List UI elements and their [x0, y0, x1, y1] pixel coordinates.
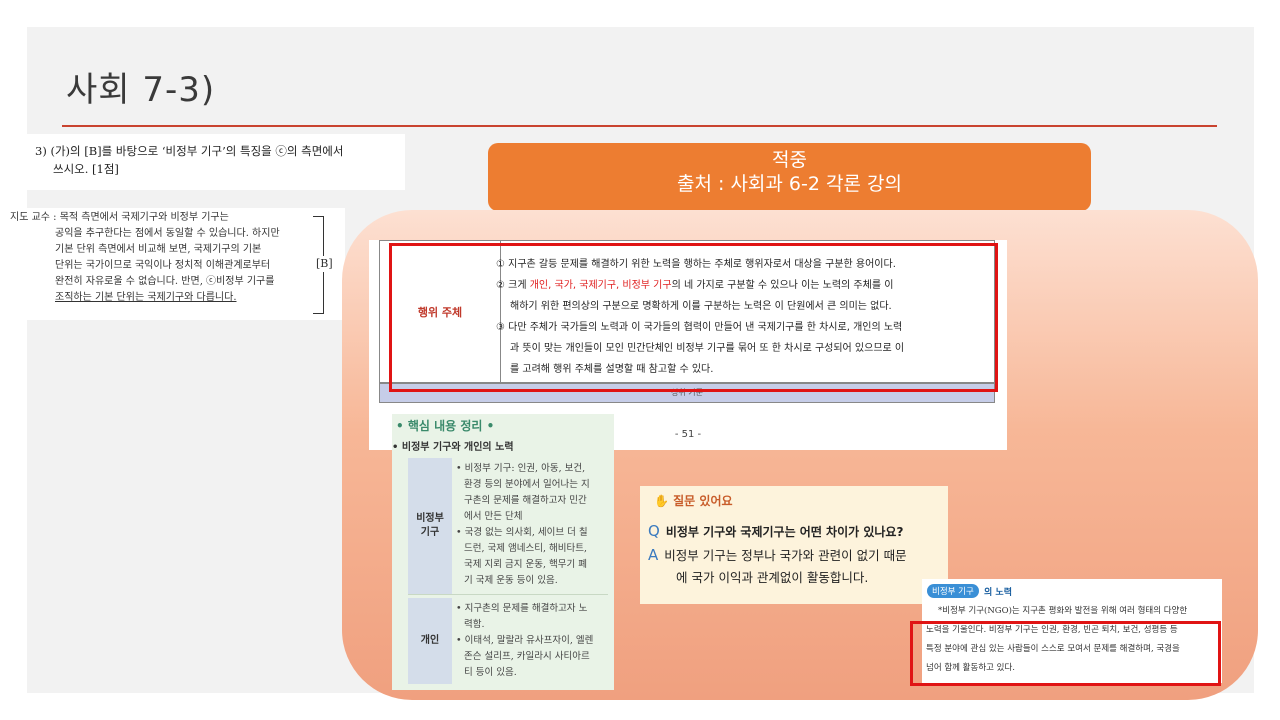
row-body-individual: • 지구촌의 문제를 해결하고자 노 력함. • 이태석, 말랄라 유사프자이,…	[456, 601, 606, 681]
qa-answer: A 비정부 기구는 정부나 국가와 관련이 없기 때문 에 국가 이익과 관계없이…	[648, 544, 907, 589]
ngo-tag: 비정부 기구	[927, 584, 979, 598]
highlight-box-ngo	[910, 621, 1221, 686]
row-label-individual: 개인	[408, 598, 452, 684]
qa-heading-text: 질문 있어요	[673, 494, 733, 508]
professor-line: 공익을 추구한다는 점에서 동일할 수 있습니다. 하지만	[55, 228, 280, 239]
professor-dialogue: 지도 교수 : 목적 측면에서 국제기구와 비정부 기구는 공익을 추구한다는 …	[0, 208, 345, 320]
question-line-2: 쓰시오. [1점]	[53, 162, 119, 176]
ngo-line: *비정부 기구(NGO)는 지구촌 평화와 발전을 위해 여러 형태의 다양한	[938, 606, 1188, 616]
row-line: 드런, 국제 앰네스티, 해비타트,	[464, 543, 587, 554]
highlight-box-document	[389, 243, 998, 392]
professor-line: 지도 교수 : 목적 측면에서 국제기구와 비정부 기구는	[10, 212, 229, 223]
bracket-b-label: [B]	[316, 256, 333, 272]
banner-title: 적중	[772, 149, 807, 171]
hand-raise-icon: ✋	[654, 494, 669, 508]
row-line: 구촌의 문제를 해결하고자 민간	[464, 495, 587, 506]
qa-card: ✋ 질문 있어요 Q 비정부 기구와 국제기구는 어떤 차이가 있나요? A 비정부…	[640, 486, 948, 604]
ngo-tag-suffix: 의 노력	[984, 588, 1012, 598]
source-banner: 적중 출처 : 사회과 6-2 각론 강의	[488, 143, 1091, 211]
summary-card: • 핵심 내용 정리 • • 비정부 기구와 개인의 노력 비정부 기구 • 비…	[392, 414, 614, 690]
qa-question: Q 비정부 기구와 국제기구는 어떤 차이가 있나요?	[648, 522, 903, 540]
row-line: • 이태석, 말랄라 유사프자이, 엘렌	[456, 635, 594, 646]
qa-heading: ✋ 질문 있어요	[654, 492, 733, 509]
row-line: 력함.	[464, 619, 485, 630]
answer-text: 에 국가 이익과 관계없이 활동합니다.	[676, 570, 869, 585]
row-line: 에서 만든 단체	[464, 511, 523, 522]
professor-line: 단위는 국가이므로 국익이나 정치적 이해관계로부터	[55, 260, 271, 271]
summary-subheading: • 비정부 기구와 개인의 노력	[392, 442, 514, 453]
summary-row-individual: 개인 • 지구촌의 문제를 해결하고자 노 력함. • 이태석, 말랄라 유사프…	[408, 598, 608, 684]
row-line: • 지구촌의 문제를 해결하고자 노	[456, 603, 588, 614]
row-line: 환경 등의 분야에서 일어나는 지	[464, 479, 590, 490]
row-line: 존슨 설리프, 카일라시 사티아르	[464, 651, 590, 662]
exam-question: 3) (가)의 [B]를 바탕으로 ‘비정부 기구’의 특징을 ⓒ의 측면에서 …	[27, 134, 405, 190]
row-line: 국제 지뢰 금지 운동, 핵무기 폐	[464, 559, 587, 570]
question-line-1: 3) (가)의 [B]를 바탕으로 ‘비정부 기구’의 특징을 ⓒ의 측면에서	[35, 144, 344, 158]
summary-row-ngo: 비정부 기구 • 비정부 기구: 인권, 아동, 보건, 환경 등의 분야에서 …	[408, 458, 608, 595]
row-line: 기 국제 운동 등이 있음.	[464, 575, 558, 586]
row-line: • 국경 없는 의사회, 세이브 더 칠	[456, 527, 588, 538]
row-label-ngo: 비정부 기구	[408, 458, 452, 594]
q-letter: Q	[648, 522, 660, 540]
a-letter: A	[648, 546, 659, 564]
row-line: • 비정부 기구: 인권, 아동, 보건,	[456, 463, 586, 474]
professor-line: 기본 단위 측면에서 비교해 보면, 국제기구의 기본	[55, 244, 262, 255]
row-label-text: 개인	[420, 635, 440, 646]
banner-source: 출처 : 사회과 6-2 각론 강의	[677, 173, 902, 195]
title-divider	[62, 125, 1217, 127]
question-text: 비정부 기구와 국제기구는 어떤 차이가 있나요?	[665, 525, 904, 539]
row-body-ngo: • 비정부 기구: 인권, 아동, 보건, 환경 등의 분야에서 일어나는 지 …	[456, 461, 606, 589]
summary-heading: • 핵심 내용 정리 •	[396, 419, 495, 433]
summary-table: 비정부 기구 • 비정부 기구: 인권, 아동, 보건, 환경 등의 분야에서 …	[408, 458, 608, 684]
answer-text: 비정부 기구는 정부나 국가와 관련이 없기 때문	[664, 548, 907, 563]
professor-line: 완전히 자유로울 수 없습니다. 반면, ⓒ비정부 기구를	[55, 276, 275, 287]
slide-title: 사회 7-3)	[66, 70, 216, 110]
row-label-text: 비정부 기구	[416, 513, 444, 538]
row-line: 티 등이 있음.	[464, 667, 517, 678]
professor-line: 조직하는 기본 단위는 국제기구와 다릅니다.	[55, 292, 237, 303]
